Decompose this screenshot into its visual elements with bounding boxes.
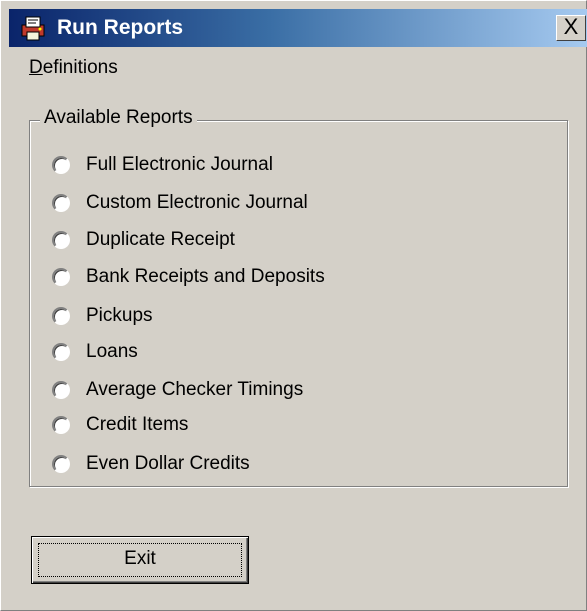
radio-button[interactable] <box>52 156 70 174</box>
run-reports-window: Run Reports X Definitions Available Repo… <box>0 0 587 611</box>
radio-button[interactable] <box>52 416 70 434</box>
report-option-label: Average Checker Timings <box>86 379 304 400</box>
menu-definitions-accelerator: D <box>29 57 43 78</box>
radio-button[interactable] <box>52 307 70 325</box>
title-bar[interactable]: Run Reports X <box>9 9 587 47</box>
report-option-label: Even Dollar Credits <box>86 453 250 474</box>
report-option-label: Credit Items <box>86 414 189 435</box>
window-title: Run Reports <box>57 16 183 39</box>
close-button[interactable]: X <box>556 15 586 41</box>
report-option-label: Bank Receipts and Deposits <box>86 266 325 287</box>
close-icon: X <box>563 14 579 39</box>
radio-button[interactable] <box>52 455 70 473</box>
report-option-label: Duplicate Receipt <box>86 229 235 250</box>
radio-button[interactable] <box>52 381 70 399</box>
radio-button[interactable] <box>52 194 70 212</box>
exit-button[interactable]: Exit <box>31 536 249 584</box>
radio-button[interactable] <box>52 343 70 361</box>
report-option-label: Custom Electronic Journal <box>86 192 308 213</box>
radio-button[interactable] <box>52 231 70 249</box>
radio-button[interactable] <box>52 268 70 286</box>
printer-report-icon <box>21 16 45 41</box>
report-option-label: Loans <box>86 341 138 362</box>
report-option-label: Pickups <box>86 305 153 326</box>
menu-definitions-label: efinitions <box>42 57 118 78</box>
available-reports-label: Available Reports <box>40 107 197 129</box>
available-reports-group: Available Reports Full Electronic Journa… <box>29 107 568 487</box>
exit-button-label: Exit <box>124 548 156 569</box>
report-option-label: Full Electronic Journal <box>86 154 273 175</box>
menu-definitions[interactable]: Definitions <box>29 57 118 79</box>
